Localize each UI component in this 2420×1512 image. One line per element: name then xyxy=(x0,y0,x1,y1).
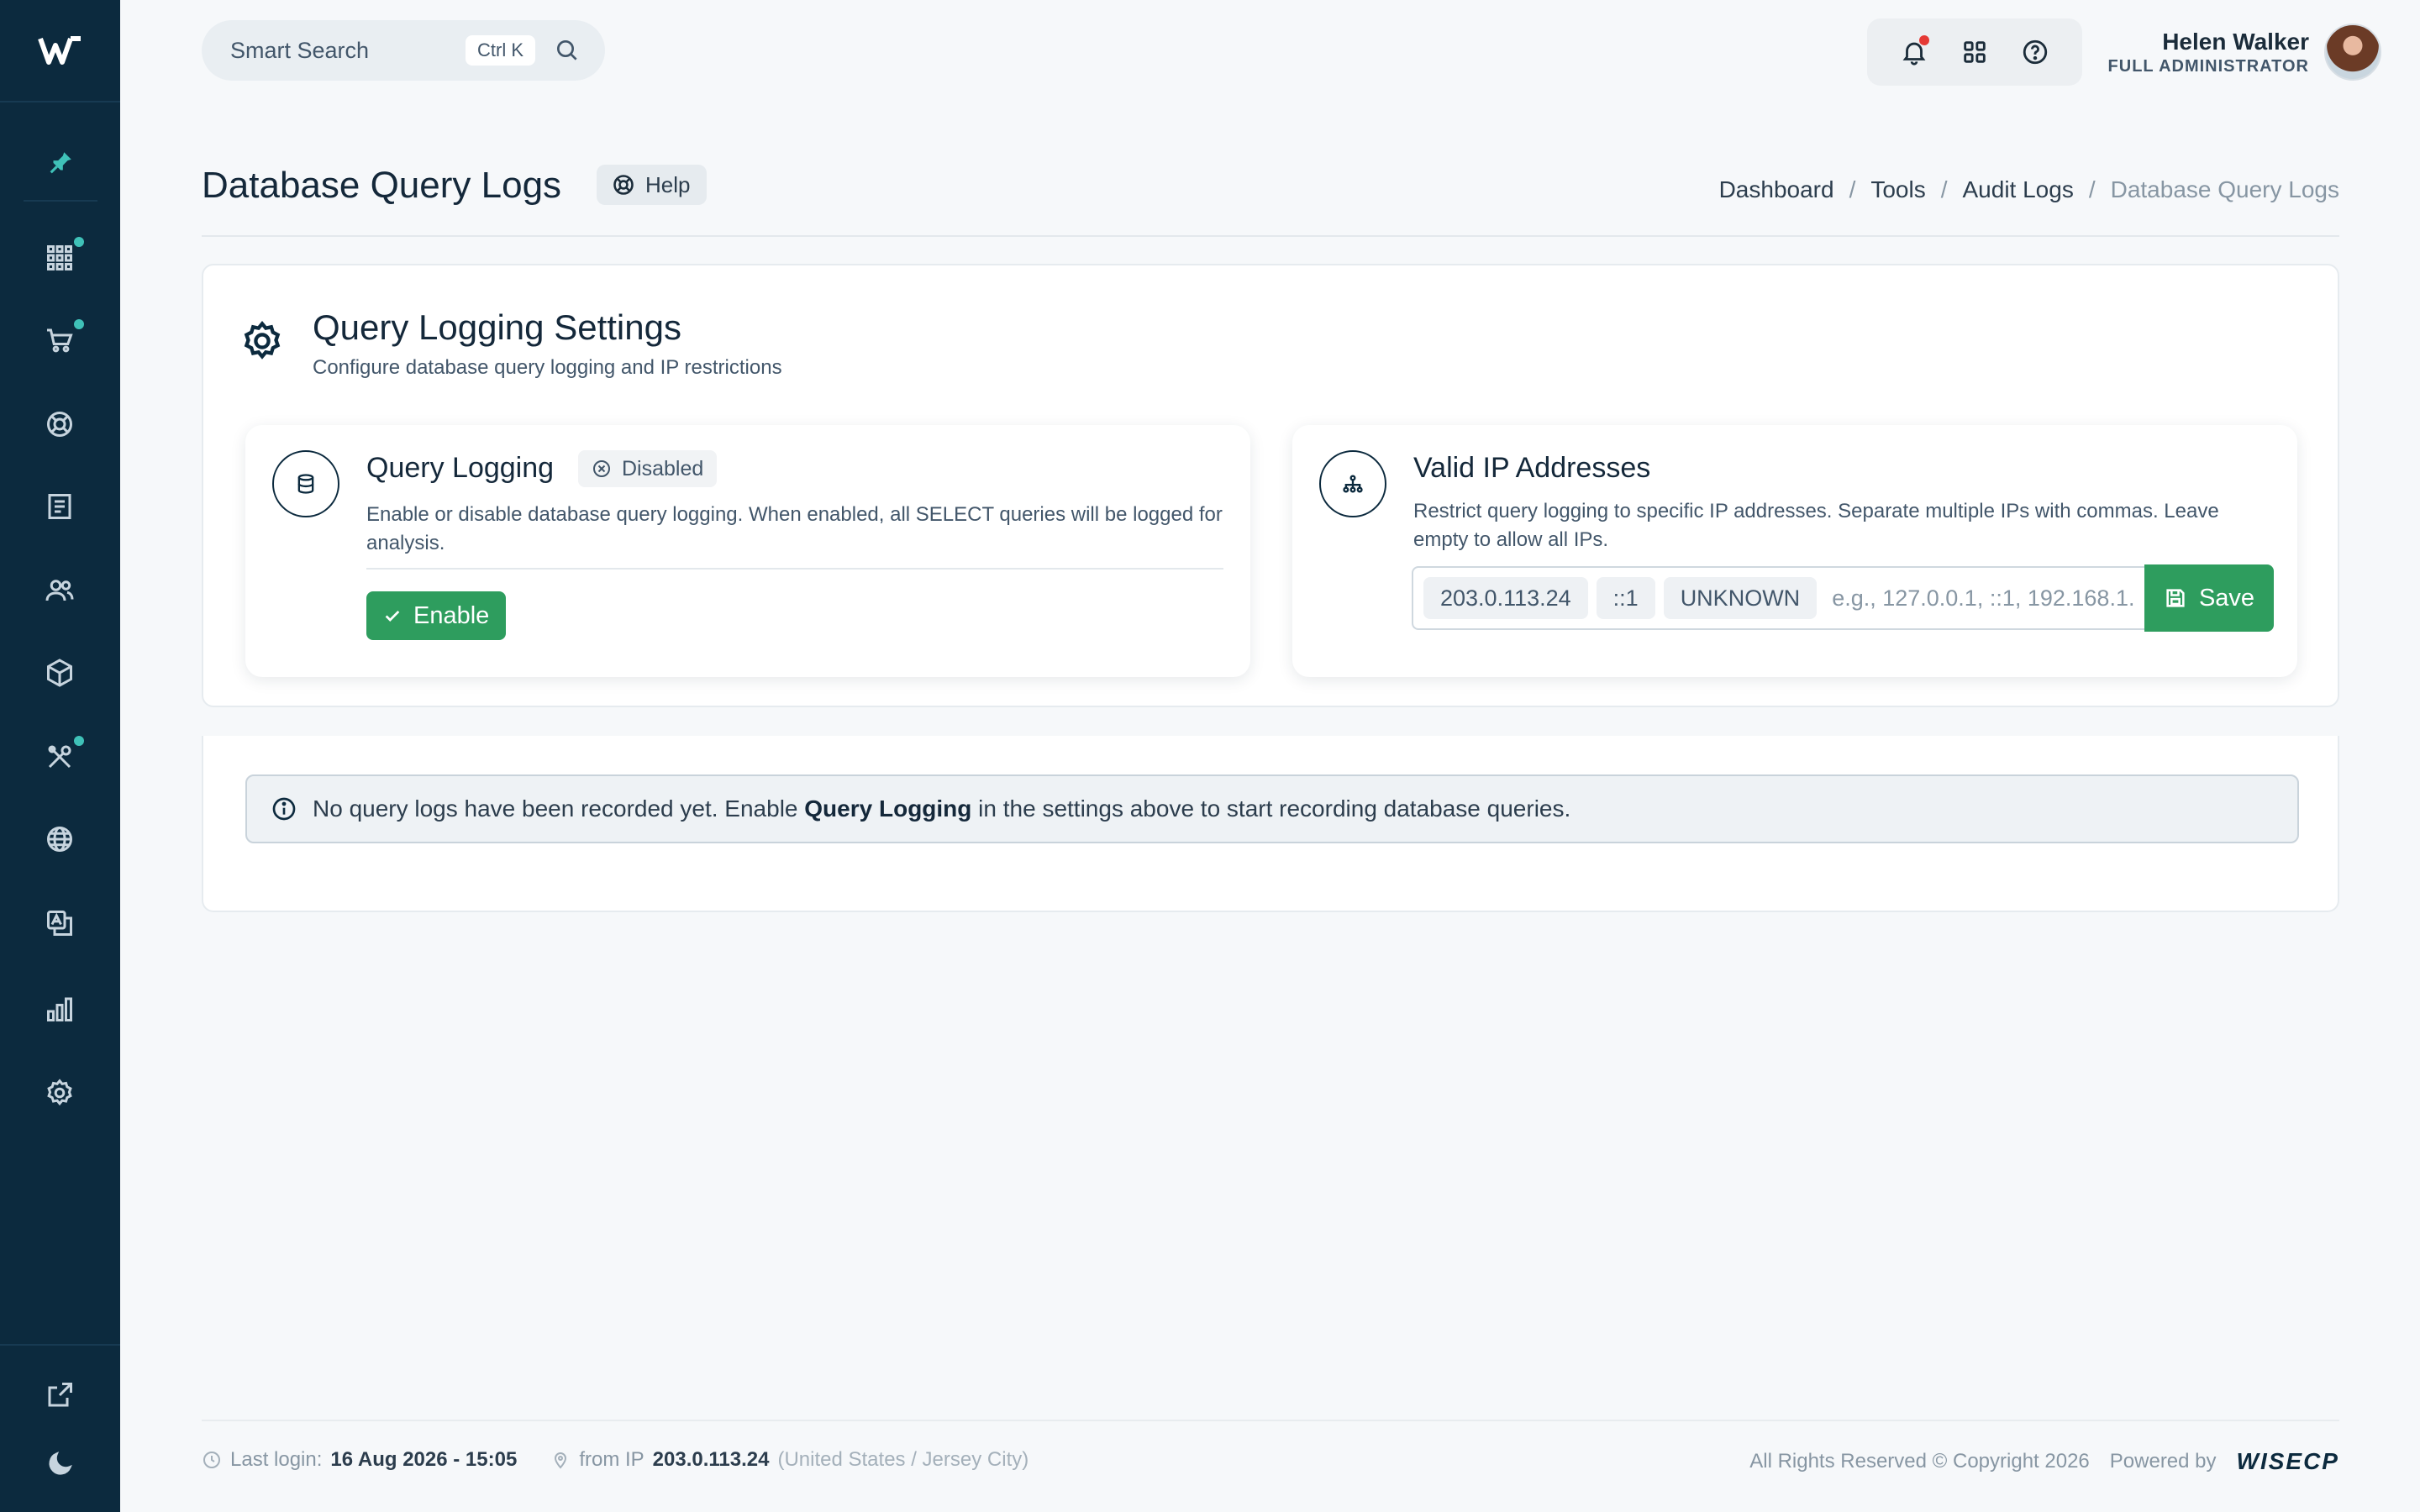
valid-ip-description: Restrict query logging to specific IP ad… xyxy=(1413,500,2219,551)
save-button[interactable]: Save xyxy=(2144,564,2274,632)
ip-tag[interactable]: UNKNOWN xyxy=(1663,577,1818,619)
reports-icon[interactable] xyxy=(35,984,84,1033)
clock-icon xyxy=(203,1452,220,1468)
breadcrumb: Dashboard / Tools / Audit Logs / Databas… xyxy=(1719,176,2339,203)
last-login-label: Last login: xyxy=(230,1448,323,1471)
shortcut-hint: Ctrl K xyxy=(466,35,535,66)
user-role: FULL ADMINISTRATOR xyxy=(2107,57,2309,76)
help-circle-icon[interactable] xyxy=(2018,35,2052,69)
copyright-text: All Rights Reserved © Copyright 2026 xyxy=(1749,1450,2090,1473)
tools-icon[interactable] xyxy=(35,732,84,781)
avatar[interactable] xyxy=(2324,24,2381,81)
powered-by-label: Powered by xyxy=(2109,1450,2217,1473)
breadcrumb-current: Database Query Logs xyxy=(2110,176,2339,202)
support-icon[interactable] xyxy=(35,400,84,449)
gear-icon xyxy=(244,321,281,360)
sidebar-divider xyxy=(0,1344,120,1346)
breadcrumb-separator: / xyxy=(2088,176,2096,202)
moon-icon[interactable] xyxy=(35,1440,84,1488)
network-icon xyxy=(1319,450,1386,517)
from-ip-label: from IP xyxy=(579,1448,644,1471)
globe-icon[interactable] xyxy=(35,815,84,864)
enable-label: Enable xyxy=(413,601,490,629)
settings-subtitle: Configure database query logging and IP … xyxy=(313,356,782,379)
save-icon xyxy=(2166,589,2185,607)
alert-text-suffix: in the settings above to start recording… xyxy=(978,795,1571,822)
save-label: Save xyxy=(2198,584,2255,612)
breadcrumb-tools[interactable]: Tools xyxy=(1870,176,1925,203)
status-label: Disabled xyxy=(622,456,704,480)
query-logging-description: Enable or disable database query logging… xyxy=(366,503,1223,554)
notification-dot xyxy=(1919,35,1929,45)
header-actions xyxy=(1867,18,2082,86)
query-logging-settings-panel: Query Logging Settings Configure databas… xyxy=(202,264,2339,707)
alert-highlight: Query Logging xyxy=(804,795,972,822)
wisecp-logo[interactable]: WISECP xyxy=(2237,1448,2339,1475)
x-circle-icon xyxy=(593,460,610,477)
query-logging-title: Query Logging xyxy=(366,452,555,484)
login-location: (United States / Jersey City) xyxy=(777,1448,1029,1471)
login-ip: 203.0.113.24 xyxy=(652,1448,770,1471)
smart-search-bar[interactable]: Smart Search Ctrl K xyxy=(202,20,605,81)
footer-divider xyxy=(202,1420,2339,1421)
cart-icon[interactable] xyxy=(35,316,84,365)
enable-button[interactable]: Enable xyxy=(366,591,507,640)
location-pin-icon xyxy=(555,1452,567,1469)
title-divider xyxy=(202,235,2339,237)
search-input[interactable]: Smart Search xyxy=(230,38,466,64)
breadcrumb-audit-logs[interactable]: Audit Logs xyxy=(1963,176,2074,203)
bell-icon[interactable] xyxy=(1897,35,1931,69)
sidebar xyxy=(0,0,120,1512)
apps-icon[interactable] xyxy=(1958,35,1991,69)
ip-tags-input[interactable]: 203.0.113.24 ::1 UNKNOWN e.g., 127.0.0.1… xyxy=(1412,566,2144,630)
ip-tag[interactable]: 203.0.113.24 xyxy=(1423,577,1588,619)
query-logging-card: Query Logging Disabled Enable or disable… xyxy=(245,425,1250,677)
help-button[interactable]: Help xyxy=(597,165,708,205)
footer-copyright: All Rights Reserved © Copyright 2026 Pow… xyxy=(1749,1448,2339,1475)
status-badge: Disabled xyxy=(578,450,718,487)
translate-icon[interactable] xyxy=(35,899,84,948)
products-icon[interactable] xyxy=(35,648,84,697)
empty-logs-alert: No query logs have been recorded yet. En… xyxy=(245,774,2299,843)
ip-input-placeholder[interactable]: e.g., 127.0.0.1, ::1, 192.168.1.10 xyxy=(1832,585,2134,612)
pin-icon[interactable] xyxy=(24,126,97,202)
user-name[interactable]: Helen Walker xyxy=(2162,29,2309,55)
apps-grid-icon[interactable] xyxy=(35,234,84,282)
w-logo-icon[interactable] xyxy=(0,0,120,102)
valid-ip-title: Valid IP Addresses xyxy=(1413,452,1651,484)
breadcrumb-separator: / xyxy=(1940,176,1948,202)
query-logs-panel: No query logs have been recorded yet. En… xyxy=(202,736,2339,912)
users-icon[interactable] xyxy=(35,566,84,615)
info-icon xyxy=(272,797,296,821)
help-label: Help xyxy=(645,171,691,197)
notification-dot xyxy=(74,237,84,247)
alert-text: No query logs have been recorded yet. En… xyxy=(313,795,798,822)
lifebuoy-icon xyxy=(613,175,634,195)
valid-ip-card: Valid IP Addresses Restrict query loggin… xyxy=(1292,425,2297,677)
page-title: Database Query Logs xyxy=(202,165,562,206)
breadcrumb-separator: / xyxy=(1849,176,1856,202)
last-login-info: Last login: 16 Aug 2026 - 15:05 from IP … xyxy=(202,1448,1028,1472)
breadcrumb-dashboard[interactable]: Dashboard xyxy=(1719,176,1834,203)
ip-tag[interactable]: ::1 xyxy=(1596,577,1655,619)
invoice-icon[interactable] xyxy=(35,482,84,531)
database-icon xyxy=(272,450,339,517)
card-divider xyxy=(366,568,1223,570)
notification-dot xyxy=(74,736,84,746)
settings-icon[interactable] xyxy=(35,1068,84,1117)
external-link-icon[interactable] xyxy=(35,1371,84,1420)
check-icon xyxy=(385,610,400,622)
last-login-value: 16 Aug 2026 - 15:05 xyxy=(330,1448,518,1471)
search-icon[interactable] xyxy=(554,37,581,64)
settings-title: Query Logging Settings xyxy=(313,307,681,347)
notification-dot xyxy=(74,319,84,329)
